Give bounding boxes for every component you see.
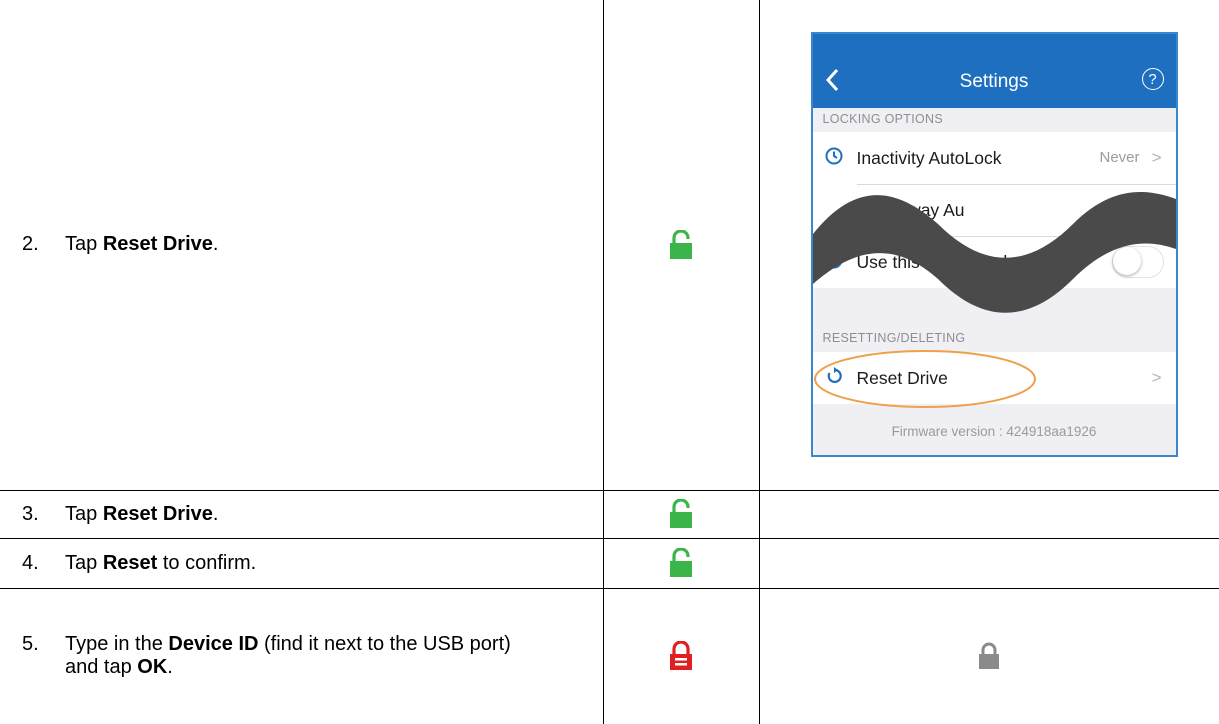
step-number: 4. <box>22 551 39 574</box>
step-row-3: 3. Tap Reset Drive. <box>0 489 1219 539</box>
step-row-4: 4. Tap Reset to confirm. <box>0 537 1219 589</box>
unlocked-padlock-icon <box>670 548 692 577</box>
locked-padlock-icon <box>670 641 692 671</box>
firmware-version: Firmware version : 424918aa1926 <box>891 424 1097 440</box>
step-text-cell: 2. Tap Reset Drive. <box>0 0 604 491</box>
step-instruction: Tap Reset Drive. <box>65 502 219 525</box>
chevron-right-icon: > <box>1151 368 1162 388</box>
reset-drive-row[interactable]: Reset Drive > <box>813 352 1176 404</box>
resetting-group: Reset Drive > <box>812 352 1176 405</box>
screenshot-cell <box>758 489 1219 539</box>
step-instruction: Tap Reset Drive. <box>65 233 219 256</box>
unlocked-padlock-icon <box>670 499 692 528</box>
step-number: 5. <box>22 633 39 656</box>
step-text-cell: 3. Tap Reset Drive. <box>0 489 604 539</box>
locked-padlock-gray-icon <box>979 642 1000 670</box>
screenshot-cell <box>758 587 1219 724</box>
drive-state-cell <box>602 0 760 491</box>
resetting-deleting-header: RESETTING/DELETING <box>822 331 966 346</box>
step-instruction: Tap Reset to confirm. <box>65 551 257 574</box>
instruction-table: 2. Tap Reset Drive. Settings ? LOCKING O… <box>0 0 1219 724</box>
drive-state-cell <box>602 537 760 589</box>
screenshot-cell: Settings ? LOCKING OPTIONS Inactivity Au… <box>758 0 1219 491</box>
reset-drive-label: Reset Drive <box>856 368 948 389</box>
step-row-2: 2. Tap Reset Drive. Settings ? LOCKING O… <box>0 0 1219 491</box>
step-text-cell: 4. Tap Reset to confirm. <box>0 537 604 589</box>
step-number: 3. <box>22 502 39 525</box>
screenshot-cell <box>758 537 1219 589</box>
unlocked-padlock-icon <box>670 229 692 259</box>
drive-state-cell <box>602 587 760 724</box>
step-row-5: 5. Type in the Device ID (find it next t… <box>0 587 1219 724</box>
step-text-cell: 5. Type in the Device ID (find it next t… <box>0 587 604 724</box>
drive-state-cell <box>602 489 760 539</box>
step-number: 2. <box>22 233 39 256</box>
settings-screenshot: Settings ? LOCKING OPTIONS Inactivity Au… <box>810 32 1178 458</box>
step-instruction: Type in the Device ID (find it next to t… <box>65 633 511 679</box>
reset-arrow-icon <box>827 367 842 384</box>
